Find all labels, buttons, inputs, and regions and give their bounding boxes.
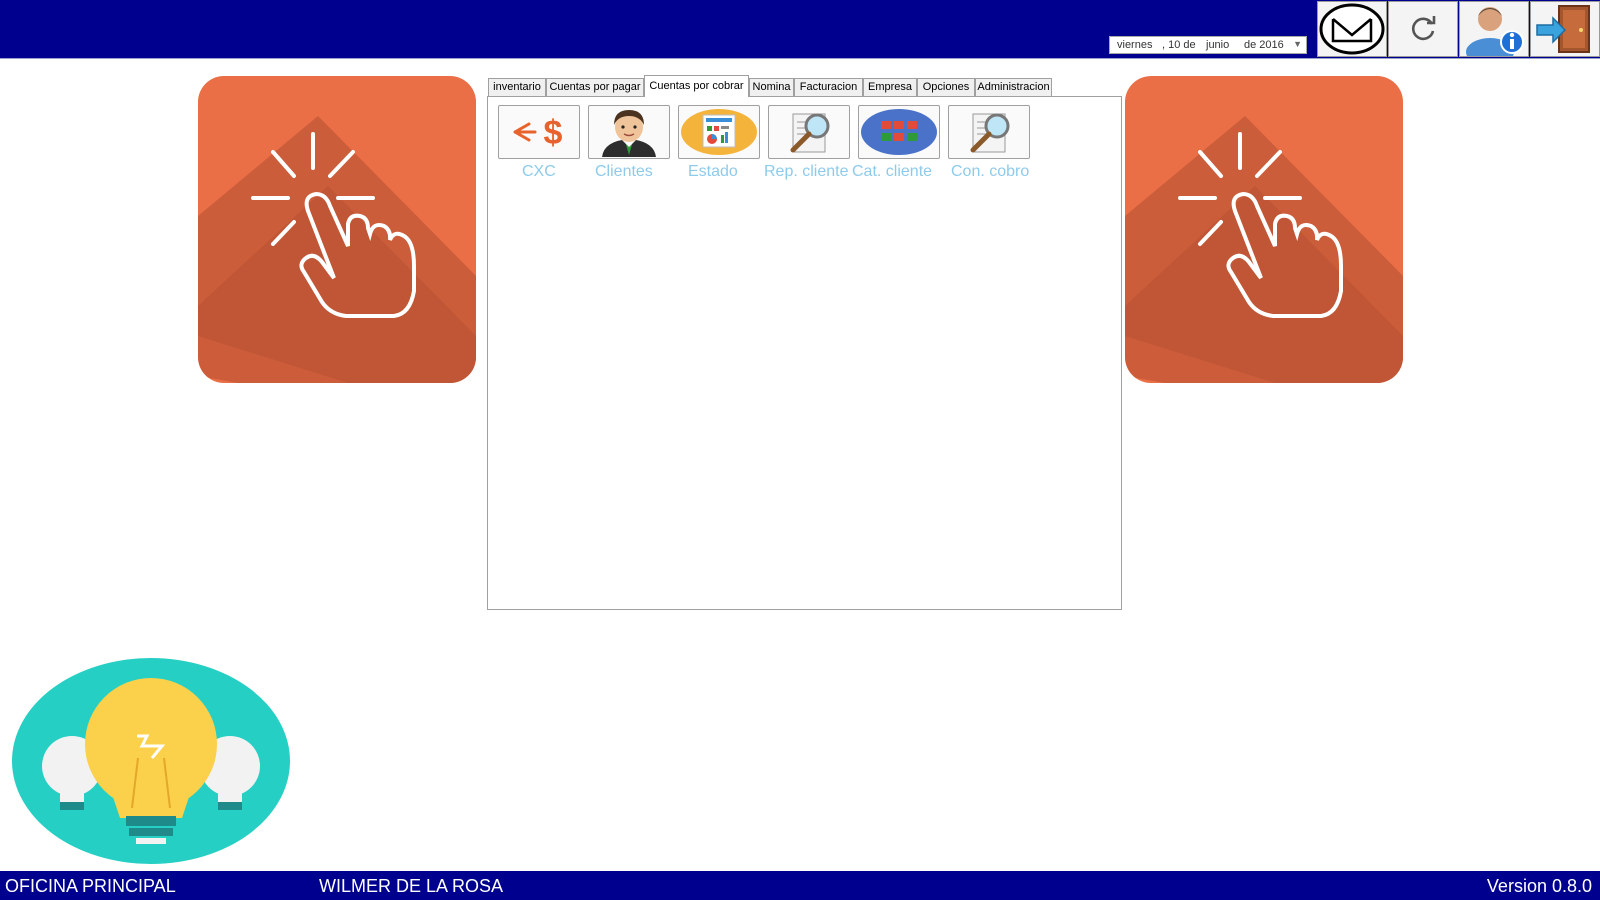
envelope-icon	[1319, 3, 1385, 55]
svg-text:$: $	[544, 114, 563, 152]
date-month: junio	[1206, 39, 1230, 51]
office-name: OFICINA PRINCIPAL	[5, 876, 176, 896]
estado-label: Estado	[688, 163, 738, 180]
pointing-hand-icon	[1125, 116, 1403, 383]
refresh-button[interactable]	[1388, 1, 1458, 57]
left-click-panel[interactable]	[198, 76, 476, 383]
user-info-icon	[1466, 7, 1524, 56]
lightbulb-logo	[12, 658, 290, 864]
date-day: , 10 de	[1162, 39, 1196, 51]
money-arrow-icon: $	[513, 114, 563, 152]
tab-cuentas-por-pagar[interactable]: Cuentas por pagar	[546, 78, 644, 96]
exit-door-icon	[1536, 5, 1590, 53]
cat-cliente-button[interactable]	[858, 105, 940, 159]
date-picker[interactable]: viernes , 10 de junio de 2016 ▼	[1109, 36, 1307, 54]
cat-cliente-label: Cat. cliente	[852, 163, 933, 180]
catalog-icon	[861, 109, 937, 155]
rep-cliente-label: Rep. cliente	[764, 163, 849, 180]
tab-facturacion[interactable]: Facturacion	[794, 78, 863, 96]
chevron-down-icon[interactable]: ▼	[1293, 39, 1302, 49]
clientes-button[interactable]	[588, 105, 670, 159]
top-bar-divider	[0, 58, 1600, 59]
con-cobro-label: Con. cobro	[951, 163, 1030, 180]
magnifier-document-icon	[970, 113, 1010, 153]
status-bar: OFICINA PRINCIPAL WILMER DE LA ROSA Vers…	[0, 871, 1600, 900]
clientes-label: Clientes	[595, 163, 653, 180]
right-click-panel[interactable]	[1125, 76, 1403, 383]
tab-inventario[interactable]: inventario	[488, 78, 546, 96]
cxc-label: CXC	[522, 163, 556, 180]
rep-cliente-button[interactable]	[768, 105, 850, 159]
tab-cuentas-por-cobrar[interactable]: Cuentas por cobrar	[644, 75, 749, 97]
estado-button[interactable]	[678, 105, 760, 159]
user-info-button[interactable]	[1459, 1, 1529, 57]
tab-empresa[interactable]: Empresa	[863, 78, 917, 96]
tab-nomina[interactable]: Nomina	[749, 78, 794, 96]
tab-administracion[interactable]: Administracion	[975, 78, 1052, 96]
date-year: de 2016	[1244, 39, 1284, 51]
report-chart-icon	[681, 109, 757, 155]
exit-button[interactable]	[1530, 1, 1600, 57]
version-label: Version 0.8.0	[1486, 876, 1592, 896]
tab-panel-cuentas-por-cobrar: $ CXC Clientes Estado Rep. cliente Cat. …	[487, 96, 1122, 610]
refresh-icon	[1412, 16, 1436, 41]
cxc-button[interactable]: $	[498, 105, 580, 159]
user-name: WILMER DE LA ROSA	[319, 876, 504, 896]
pointing-hand-icon	[198, 116, 476, 383]
lightbulb-icon	[12, 658, 290, 864]
mail-button[interactable]	[1317, 1, 1387, 57]
magnifier-document-icon	[790, 113, 830, 153]
tab-opciones[interactable]: Opciones	[917, 78, 975, 96]
con-cobro-button[interactable]	[948, 105, 1030, 159]
client-person-icon	[602, 110, 656, 157]
date-weekday: viernes	[1117, 39, 1153, 51]
